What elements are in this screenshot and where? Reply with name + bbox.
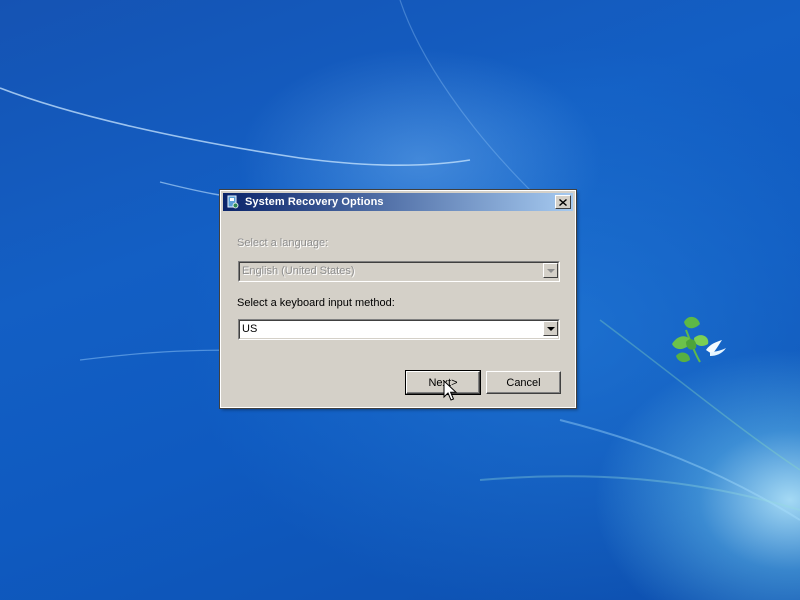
dialog-titlebar[interactable]: System Recovery Options	[223, 193, 573, 211]
wallpaper-streak	[0, 87, 471, 166]
language-label: Select a language:	[237, 237, 329, 249]
language-select-value: English (United States)	[242, 265, 355, 277]
language-select-arrow	[543, 263, 558, 278]
language-select: English (United States)	[238, 261, 560, 282]
keyboard-select[interactable]: US	[238, 319, 560, 340]
chevron-down-icon	[547, 327, 555, 331]
desktop-background: System Recovery Options Select a languag…	[0, 0, 800, 600]
chevron-down-icon	[547, 269, 555, 273]
mouse-pointer-icon	[443, 380, 458, 401]
keyboard-select-value: US	[242, 323, 258, 335]
dialog-title: System Recovery Options	[245, 196, 384, 208]
keyboard-select-arrow[interactable]	[543, 321, 558, 336]
bird-icon	[706, 340, 726, 356]
close-button[interactable]	[555, 195, 571, 209]
close-icon	[559, 193, 567, 211]
wallpaper-streak	[559, 419, 800, 521]
plant-icon	[672, 316, 709, 363]
cancel-button[interactable]: Cancel	[486, 371, 561, 394]
recovery-window-icon	[227, 195, 239, 209]
keyboard-label: Select a keyboard input method:	[237, 297, 395, 309]
system-recovery-dialog: System Recovery Options Select a languag…	[219, 189, 577, 409]
